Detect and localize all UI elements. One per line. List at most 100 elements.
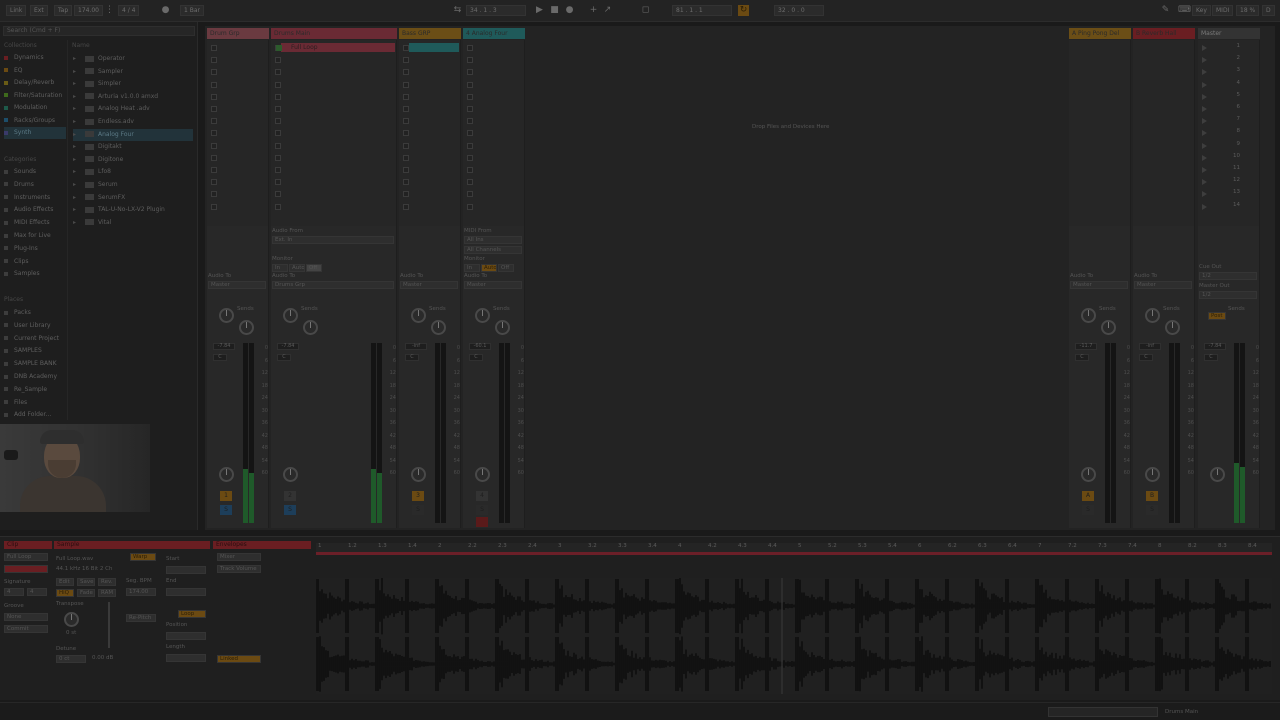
- clip-slot-stop-icon[interactable]: [275, 69, 281, 76]
- browser-item[interactable]: ▸ Lfo8: [73, 166, 193, 178]
- scene-9[interactable]: 9: [1230, 141, 1241, 147]
- solo-button[interactable]: S: [412, 505, 424, 515]
- clip-slot-stop-icon[interactable]: [403, 106, 409, 112]
- solo-button[interactable]: S: [220, 505, 232, 515]
- volume-value[interactable]: -7.84: [1204, 343, 1226, 350]
- send-b-knob[interactable]: [1165, 320, 1180, 335]
- clip-slot-stop-icon[interactable]: [467, 154, 473, 161]
- return-header-1[interactable]: A Ping Pong Del: [1069, 28, 1131, 39]
- monitor-off-button-4[interactable]: Off: [498, 264, 514, 272]
- clip-slot-stop-icon[interactable]: [275, 106, 281, 112]
- clip-slot-stop-icon[interactable]: [275, 179, 281, 186]
- fade-button[interactable]: Fade: [77, 589, 95, 597]
- clip-slot-stop-icon[interactable]: [211, 106, 217, 112]
- scene-launch-icon[interactable]: [1202, 167, 1207, 173]
- disclosure-icon[interactable]: ▸: [73, 217, 79, 229]
- warp-button[interactable]: Warp: [130, 553, 156, 561]
- track-activator-2[interactable]: 2: [284, 491, 296, 501]
- browser-item[interactable]: ▸ Endless.adv: [73, 116, 193, 128]
- place-files[interactable]: Files: [4, 397, 64, 409]
- place-user-library[interactable]: User Library: [4, 320, 64, 332]
- solo-button[interactable]: S: [476, 505, 488, 515]
- category-plug-ins[interactable]: Plug-Ins: [4, 243, 64, 255]
- save-button[interactable]: Save: [77, 578, 95, 586]
- disclosure-icon[interactable]: ▸: [73, 141, 79, 153]
- send-a-knob[interactable]: [219, 308, 234, 323]
- clip-slot-stop-icon[interactable]: [467, 142, 473, 149]
- cue-out-select[interactable]: 1/2: [1199, 272, 1257, 280]
- pan-value[interactable]: C: [277, 354, 291, 361]
- clip-slot-stop-icon[interactable]: [211, 69, 217, 76]
- place-samples[interactable]: SAMPLES: [4, 345, 64, 357]
- draw-mode-icon[interactable]: ✎: [1160, 5, 1171, 16]
- commit-button[interactable]: Commit: [4, 625, 48, 633]
- place-dnb-academy[interactable]: DNB Academy: [4, 371, 64, 383]
- scene-14[interactable]: 14: [1230, 202, 1240, 208]
- clip-slot-stop-icon[interactable]: [275, 81, 281, 88]
- disclosure-icon[interactable]: ▸: [73, 116, 79, 128]
- send-b-knob[interactable]: [431, 320, 446, 335]
- track-header-2[interactable]: Drums Main: [271, 28, 397, 39]
- clip-slot-stop-icon[interactable]: [275, 118, 281, 125]
- pan-knob[interactable]: [1081, 467, 1096, 482]
- clip-slot-stop-icon[interactable]: [211, 179, 217, 186]
- browser-item[interactable]: ▸ Analog Four: [73, 128, 193, 141]
- track-header-3[interactable]: Bass GRP: [399, 28, 461, 39]
- master-out-select[interactable]: 1/2: [1199, 291, 1257, 299]
- clip-slot-stop-icon[interactable]: [211, 45, 217, 51]
- detune-field[interactable]: 0 ct: [56, 655, 86, 663]
- warp-mode-select[interactable]: Re-Pitch: [126, 614, 156, 622]
- browser-item[interactable]: ▸ Digitone: [73, 154, 193, 166]
- signature-denominator[interactable]: 4: [27, 588, 47, 596]
- position-field[interactable]: [166, 632, 206, 640]
- scene-1[interactable]: 1: [1230, 43, 1241, 49]
- solo-button[interactable]: S: [1146, 505, 1158, 515]
- collection-modulation[interactable]: Modulation: [4, 102, 64, 114]
- clip-full-loop[interactable]: Full Loop: [281, 43, 395, 52]
- clip-slot-stop-icon[interactable]: [403, 142, 409, 149]
- scene-launch-icon[interactable]: [1202, 106, 1207, 112]
- return-header-2[interactable]: B Reverb Hall: [1133, 28, 1195, 39]
- volume-value[interactable]: -inf: [1139, 343, 1161, 350]
- collection-synth[interactable]: Synth: [4, 127, 66, 139]
- category-samples[interactable]: Samples: [4, 268, 64, 280]
- place-packs[interactable]: Packs: [4, 307, 64, 319]
- clip-slot-stop-icon[interactable]: [403, 69, 409, 76]
- browser-item[interactable]: ▸ Vital: [73, 217, 193, 229]
- signature-numerator[interactable]: 4: [4, 588, 24, 596]
- reverse-button[interactable]: Rev.: [98, 578, 116, 586]
- scene-13[interactable]: 13: [1230, 189, 1240, 195]
- pan-knob[interactable]: [1145, 467, 1160, 482]
- scene-launch-icon[interactable]: [1202, 130, 1207, 137]
- arm-button[interactable]: [476, 517, 488, 527]
- browser-search-input[interactable]: Search (Cmd + F): [3, 26, 195, 36]
- place-add-folder-[interactable]: Add Folder...: [4, 409, 64, 421]
- computer-keyboard-icon[interactable]: ⌨: [1178, 5, 1191, 16]
- audio-to-select[interactable]: Master: [400, 281, 458, 289]
- disclosure-icon[interactable]: ▸: [73, 179, 79, 191]
- send-a-knob[interactable]: [283, 308, 298, 323]
- clip-slot-stop-icon[interactable]: [467, 81, 473, 88]
- collection-eq[interactable]: EQ: [4, 65, 64, 77]
- clip-slot-stop-icon[interactable]: [467, 191, 473, 198]
- volume-value[interactable]: -60.1: [469, 343, 491, 350]
- clip-slot-stop-icon[interactable]: [467, 179, 473, 186]
- transpose-knob[interactable]: [64, 612, 79, 627]
- browser-item[interactable]: ▸ Simpler: [73, 78, 193, 90]
- monitor-in-button-4[interactable]: In: [464, 264, 480, 272]
- track-activator-B[interactable]: B: [1146, 491, 1158, 501]
- clip-slot-stop-icon[interactable]: [403, 203, 409, 210]
- clip-slot-stop-icon[interactable]: [211, 203, 217, 210]
- clip-slot-stop-icon[interactable]: [467, 130, 473, 137]
- browser-item[interactable]: ▸ Digitakt: [73, 141, 193, 153]
- send-a-knob[interactable]: [411, 308, 426, 323]
- track-header-4[interactable]: 4 Analog Four: [463, 28, 525, 39]
- loop-brace[interactable]: [316, 552, 1272, 555]
- pan-knob[interactable]: [283, 467, 298, 482]
- disclosure-icon[interactable]: ▸: [73, 78, 79, 90]
- scene-10[interactable]: 10: [1230, 153, 1240, 159]
- scene-launch-icon[interactable]: [1202, 57, 1207, 64]
- category-instruments[interactable]: Instruments: [4, 192, 64, 204]
- browser-item[interactable]: ▸ SerumFX: [73, 192, 193, 204]
- edit-button[interactable]: Edit: [56, 578, 74, 586]
